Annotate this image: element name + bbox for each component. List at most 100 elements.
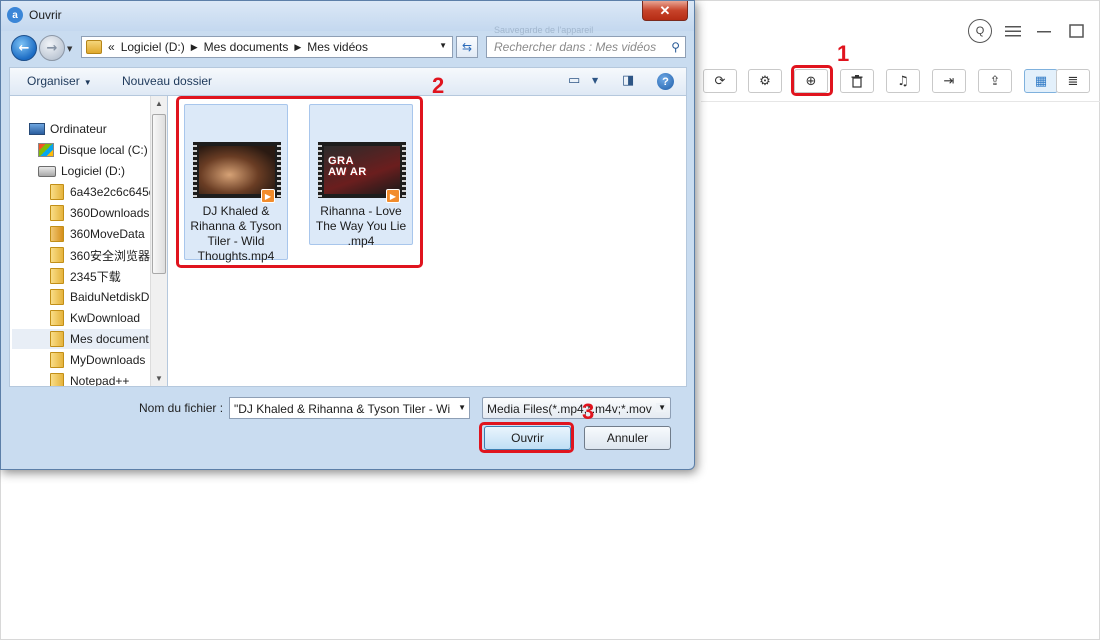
tree-item-label: 6a43e2c6c645d (70, 185, 156, 199)
command-bar: Organiser ▼ Nouveau dossier ▭ ▼ ◨ ? (9, 67, 687, 95)
folder-icon (50, 247, 64, 263)
tree-item-label: 360MoveData (70, 227, 145, 241)
tree-item-folder[interactable]: 2345下载 (50, 266, 121, 286)
folder-icon (50, 226, 64, 242)
scroll-up-icon[interactable]: ▲ (155, 99, 163, 108)
new-folder-button[interactable]: Nouveau dossier (122, 74, 212, 88)
music-convert-icon[interactable]: ♫ (886, 69, 920, 93)
folder-icon (86, 40, 102, 54)
menu-icon[interactable] (1002, 19, 1024, 43)
tree-item-label: Ordinateur (50, 122, 107, 136)
tree-item-folder[interactable]: 360Downloads (50, 203, 149, 223)
annotation-box-2 (176, 96, 423, 268)
refresh-address-icon[interactable]: ⇆ (456, 36, 478, 58)
settings-icon[interactable]: ⚙ (748, 69, 782, 93)
tree-item-folder[interactable]: BaiduNetdiskD (50, 287, 149, 307)
breadcrumb-videos[interactable]: Mes vidéos (307, 40, 368, 54)
breadcrumb-documents[interactable]: Mes documents (204, 40, 289, 54)
navigation-scrollbar[interactable]: ▲ ▼ (150, 96, 167, 386)
help-icon[interactable]: ? (657, 73, 674, 90)
app-window-controls: Q (968, 19, 1100, 43)
annotation-number-1: 1 (837, 41, 850, 66)
refresh-icon[interactable]: ⟳ (703, 69, 737, 93)
trash-icon[interactable] (840, 69, 874, 93)
dialog-close-button[interactable]: ✕ (642, 1, 688, 21)
back-button[interactable]: ← (11, 35, 37, 61)
toolbar-divider (701, 101, 1100, 102)
tree-item-folder[interactable]: Notepad++ (50, 371, 130, 387)
view-options-icon[interactable]: ▭ (568, 73, 580, 88)
organize-label: Organiser (27, 74, 80, 88)
folder-icon (50, 289, 64, 305)
tree-item-label: 2345下载 (70, 269, 121, 284)
app-logo-icon: a (7, 7, 23, 23)
breadcrumb-prefix[interactable]: « (108, 40, 115, 54)
filetype-select[interactable]: Media Files(*.mp4;*.m4v;*.mov ▼ (482, 397, 671, 419)
address-bar[interactable]: « Logiciel (D:) ▶ Mes documents ▶ Mes vi… (81, 36, 453, 58)
chevron-down-icon[interactable]: ▼ (656, 403, 666, 412)
dialog-titlebar: a Ouvrir Sauvegarde de l'appareil ✕ (1, 1, 694, 35)
annotation-number-3: 3 (582, 399, 595, 424)
tree-item-software-drive[interactable]: Logiciel (D:) (38, 161, 125, 181)
organize-menu[interactable]: Organiser ▼ (27, 74, 92, 88)
list-view-icon[interactable]: ≣ (1056, 69, 1090, 93)
tree-item-label: Notepad++ (70, 374, 130, 387)
import-icon[interactable]: ⇥ (932, 69, 966, 93)
annotation-box-1 (791, 65, 833, 96)
tree-item-label: BaiduNetdiskD (70, 290, 150, 304)
chevron-down-icon[interactable]: ▼ (592, 76, 598, 85)
tree-item-computer[interactable]: Ordinateur (29, 119, 107, 139)
filename-input[interactable]: "DJ Khaled & Rihanna & Tyson Tiler - Wi … (229, 397, 470, 419)
tree-item-label: 360Downloads (70, 206, 150, 220)
tree-item-label: Mes document (70, 332, 149, 346)
recent-locations-dropdown-icon[interactable]: ▼ (67, 45, 72, 53)
cancel-button[interactable]: Annuler (584, 426, 671, 450)
tree-item-label: KwDownload (70, 311, 141, 325)
filename-value: "DJ Khaled & Rihanna & Tyson Tiler - Wi (234, 402, 451, 416)
folder-icon (50, 184, 64, 200)
tree-item-local-disk[interactable]: Disque local (C:) (38, 140, 148, 160)
scroll-down-icon[interactable]: ▼ (155, 374, 163, 383)
annotation-box-3 (479, 422, 574, 453)
annotation-number-2: 2 (432, 73, 445, 98)
export-icon[interactable]: ⇪ (978, 69, 1012, 93)
tree-item-folder[interactable]: 6a43e2c6c645d (50, 182, 155, 202)
dialog-title: Ouvrir (29, 8, 62, 22)
minimize-icon[interactable] (1034, 19, 1056, 43)
folder-icon (50, 352, 64, 368)
search-placeholder: Rechercher dans : Mes vidéos (494, 40, 657, 54)
preview-pane-icon[interactable]: ◨ (622, 73, 634, 88)
filetype-value: Media Files(*.mp4;*.m4v;*.mov (487, 402, 652, 416)
filename-label: Nom du fichier : (139, 401, 224, 415)
navigation-pane: Ordinateur Disque local (C:) Logiciel (D… (9, 95, 167, 387)
drive-icon (38, 165, 56, 177)
windows-drive-icon (38, 143, 54, 157)
chevron-down-icon[interactable]: ▼ (456, 403, 466, 412)
grid-view-icon[interactable]: ▦ (1024, 69, 1058, 93)
folder-icon (50, 205, 64, 221)
tree-item-folder[interactable]: 360安全浏览器 (50, 245, 150, 265)
folder-icon (50, 331, 64, 347)
folder-icon (50, 268, 64, 284)
computer-icon (29, 123, 45, 135)
folder-icon (50, 310, 64, 326)
tree-item-folder[interactable]: MyDownloads (50, 350, 145, 370)
scrollbar-thumb[interactable] (152, 114, 166, 274)
breadcrumb-arrow-icon[interactable]: ▶ (191, 42, 198, 53)
search-circle-icon[interactable]: Q (968, 19, 992, 43)
search-icon[interactable]: ⚲ (671, 40, 680, 54)
tree-item-label: 360安全浏览器 (70, 248, 151, 263)
forward-button[interactable]: → (39, 35, 65, 61)
search-input[interactable]: Rechercher dans : Mes vidéos ⚲ (486, 36, 686, 58)
breadcrumb-drive[interactable]: Logiciel (D:) (121, 40, 185, 54)
address-dropdown-icon[interactable]: ▼ (439, 41, 447, 50)
tree-item-folder[interactable]: KwDownload (50, 308, 140, 328)
tree-item-folder[interactable]: 360MoveData (50, 224, 145, 244)
maximize-icon[interactable] (1066, 19, 1088, 43)
folder-icon (50, 373, 64, 386)
tree-item-folder-selected[interactable]: Mes document (12, 329, 151, 349)
tree-item-label: Disque local (C:) (59, 143, 148, 157)
chevron-down-icon: ▼ (83, 78, 92, 87)
breadcrumb-arrow-icon[interactable]: ▶ (294, 42, 301, 53)
tree-item-label: Logiciel (D:) (61, 164, 126, 178)
